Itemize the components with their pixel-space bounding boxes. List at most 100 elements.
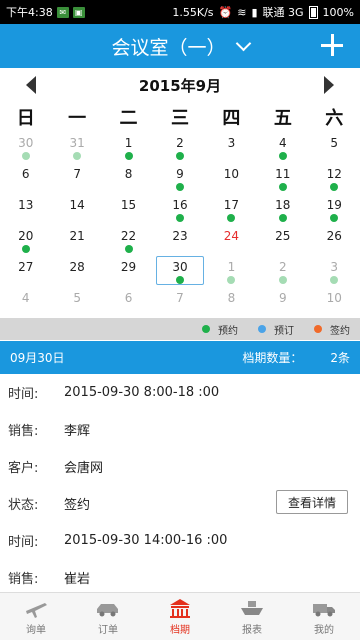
calendar-day[interactable]: 11 [257,163,308,194]
tab-profile[interactable]: 我的 [288,593,360,641]
calendar-day[interactable]: 31 [51,132,102,163]
day-number: 18 [275,198,291,212]
legend-item: 预订 [258,322,294,337]
calendar-day[interactable]: 20 [0,225,51,256]
day-number: 4 [279,136,287,150]
tab-schedule[interactable]: 档期 [144,593,216,641]
calendar-day[interactable]: 17 [206,194,257,225]
calendar-day[interactable]: 27 [0,256,51,287]
calendar-day[interactable]: 18 [257,194,308,225]
calendar-day-selected[interactable]: 30 [154,256,205,287]
day-number: 19 [326,198,342,212]
detail-value: 2015-09-30 8:00-18 :00 [64,385,220,400]
calendar-day[interactable]: 1 [206,256,257,287]
calendar-day[interactable]: 9 [154,163,205,194]
day-number: 26 [326,229,342,243]
detail-label: 销售: [8,424,39,439]
calendar-day[interactable]: 7 [51,163,102,194]
booking-dot-icon [227,214,236,222]
detail-value: 2015-09-30 14:00-16 :00 [64,533,228,548]
calendar-day[interactable]: 3 [206,132,257,163]
booking-dot-icon [175,214,184,222]
day-number: 1 [227,260,236,274]
calendar-day[interactable]: 8 [103,163,154,194]
view-details-button[interactable]: 查看详情 [276,490,348,514]
calendar-day[interactable]: 4 [0,287,51,311]
calendar-day[interactable]: 5 [51,287,102,311]
day-number: 15 [120,198,137,212]
next-month-icon[interactable] [324,76,334,94]
calendar-day[interactable]: 23 [154,225,205,256]
calendar-day[interactable]: 8 [206,287,257,311]
calendar-day[interactable]: 5 [309,132,360,163]
prev-month-icon[interactable] [26,76,36,94]
calendar-day[interactable]: 21 [51,225,102,256]
calendar-day[interactable]: 6 [103,287,154,311]
day-number: 29 [120,260,137,274]
detail-value: 李辉 [64,424,91,439]
calendar-day[interactable]: 3 [309,256,360,287]
day-number: 7 [176,291,184,305]
calendar-day[interactable]: 22 [103,225,154,256]
day-number: 27 [18,260,34,274]
detail-row: 销售: 崔岩 [0,559,360,592]
calendar-day[interactable]: 2 [257,256,308,287]
day-number: 10 [223,167,240,181]
calendar-day[interactable]: 10 [309,287,360,311]
calendar-grid: 30 31 1 2 3 4 5 6 7 8 9 10 11 12 13 14 15 16 17 18 19 20 21 22 2… [0,132,360,318]
tab-reports[interactable]: 报表 [216,593,288,641]
calendar-day[interactable]: 13 [0,194,51,225]
schedule-detail-list[interactable]: 时间: 2015-09-30 8:00-18 :00 销售: 李辉 客户: 会唐… [0,374,360,592]
calendar-day[interactable]: 14 [51,194,102,225]
truck-icon [313,604,335,617]
calendar-day[interactable]: 2 [154,132,205,163]
calendar-day[interactable]: 7 [154,287,205,311]
booking-dot-icon [175,276,184,284]
schedule-summary-bar: 09月30日 档期数量： 2条 [0,341,360,374]
schedule-count-label: 档期数量： [242,351,303,365]
weekday-label: 一 [68,108,87,129]
tab-inquiry[interactable]: 询单 [0,593,72,641]
calendar-day[interactable]: 26 [309,225,360,256]
chevron-down-icon [235,35,251,51]
day-number: 7 [73,167,81,181]
booking-dot-icon [73,152,82,160]
calendar-day[interactable]: 10 [206,163,257,194]
detail-label: 时间: [8,387,39,402]
wifi-icon: ≋ [237,5,247,19]
booking-dot-icon [21,152,30,160]
day-number: 3 [227,136,236,150]
weekday-label: 六 [325,108,344,129]
plus-icon[interactable] [320,33,344,57]
calendar-day[interactable]: 24 [206,225,257,256]
calendar-week-row: 13 14 15 16 17 18 19 [0,194,360,225]
booking-dot-icon [278,276,287,284]
legend-item: 预约 [202,322,238,337]
selected-date: 09月30日 [10,351,65,365]
tab-label: 订单 [98,625,118,636]
booking-dot-icon [278,183,287,191]
calendar-day[interactable]: 15 [103,194,154,225]
detail-row: 时间: 2015-09-30 8:00-18 :00 [0,374,360,411]
detail-label: 状态: [8,498,39,513]
day-number: 24 [223,229,240,243]
calendar-day[interactable]: 4 [257,132,308,163]
calendar-day[interactable]: 19 [309,194,360,225]
tab-orders[interactable]: 订单 [72,593,144,641]
calendar-day[interactable]: 9 [257,287,308,311]
day-number: 14 [69,198,85,212]
day-number: 21 [69,229,85,243]
calendar-week-row: 6 7 8 9 10 11 12 [0,163,360,194]
day-number: 16 [172,198,188,212]
calendar-day[interactable]: 28 [51,256,102,287]
calendar-day[interactable]: 25 [257,225,308,256]
room-selector[interactable]: 会议室（一） [111,33,251,60]
calendar-day[interactable]: 6 [0,163,51,194]
day-number: 4 [21,291,30,305]
day-number: 1 [124,136,133,150]
calendar-day[interactable]: 29 [103,256,154,287]
calendar-day[interactable]: 30 [0,132,51,163]
calendar-day[interactable]: 16 [154,194,205,225]
calendar-day[interactable]: 1 [103,132,154,163]
calendar-day[interactable]: 12 [309,163,360,194]
